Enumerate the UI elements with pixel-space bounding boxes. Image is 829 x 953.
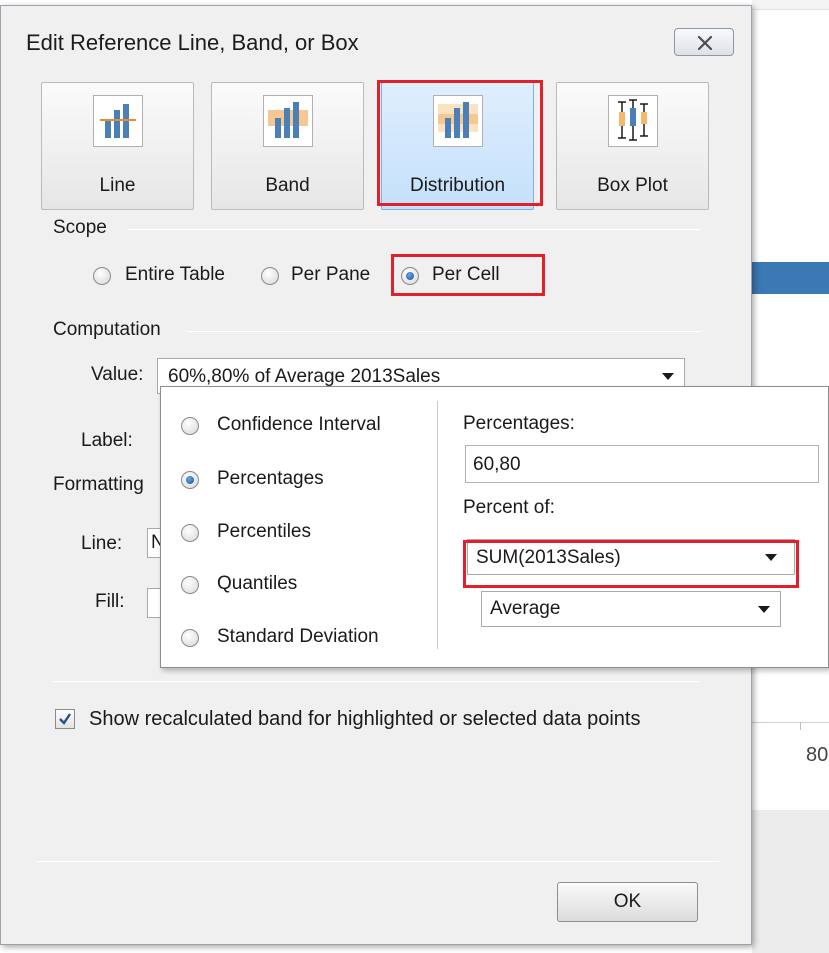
scope-option-label[interactable]: Per Pane — [291, 264, 370, 286]
ok-button[interactable]: OK — [557, 882, 698, 922]
aggregation-dropdown-text: Average — [490, 598, 561, 619]
footer-divider — [37, 861, 719, 862]
close-icon — [697, 36, 713, 50]
percentages-input-value: 60,80 — [473, 454, 521, 475]
type-button-label: Band — [265, 175, 310, 196]
background-axis-tick-label: 80 — [806, 744, 829, 766]
highlight-box-per-cell — [391, 254, 545, 296]
line-type-icon — [92, 95, 143, 147]
scope-radio-entire-table[interactable] — [93, 267, 111, 285]
checkmark-icon — [59, 713, 71, 725]
formatting-header: Formatting — [53, 474, 144, 495]
method-option-label[interactable]: Percentiles — [217, 521, 311, 543]
method-option-label[interactable]: Percentages — [217, 468, 324, 490]
distribution-options-popup: Confidence Interval Percentages Percenti… — [160, 386, 829, 668]
background-axis-tick — [800, 722, 801, 730]
scope-divider — [127, 229, 701, 230]
background-header-strip — [752, 0, 829, 10]
scope-header: Scope — [53, 217, 107, 238]
type-button-label: Box Plot — [597, 175, 668, 196]
method-radio-quantiles[interactable] — [181, 576, 199, 594]
box-plot-type-icon — [607, 95, 658, 147]
chevron-down-icon — [758, 606, 770, 613]
dialog-title: Edit Reference Line, Band, or Box — [26, 30, 359, 55]
method-radio-percentiles[interactable] — [181, 524, 199, 542]
type-button-band[interactable]: Band — [211, 82, 364, 210]
computation-header: Computation — [53, 319, 161, 340]
percentages-label: Percentages: — [463, 413, 575, 434]
label-field-label: Label: — [81, 430, 133, 451]
background-chart-bar — [752, 262, 829, 294]
band-type-icon — [262, 95, 313, 147]
type-button-line[interactable]: Line — [41, 82, 194, 210]
computation-divider — [187, 331, 701, 332]
line-format-label: Line: — [81, 533, 123, 554]
scope-radio-per-pane[interactable] — [261, 267, 279, 285]
scope-option-label[interactable]: Entire Table — [125, 264, 225, 286]
method-radio-confidence-interval[interactable] — [181, 417, 199, 435]
value-dropdown-text: 60%,80% of Average 2013Sales — [168, 366, 441, 387]
fill-format-label: Fill: — [95, 591, 125, 612]
percent-of-label: Percent of: — [463, 497, 555, 518]
highlight-box-distribution — [377, 80, 543, 206]
method-option-label[interactable]: Standard Deviation — [217, 626, 379, 648]
method-radio-standard-deviation[interactable] — [181, 629, 199, 647]
options-divider — [53, 681, 699, 682]
value-label: Value: — [91, 364, 144, 385]
method-option-label[interactable]: Confidence Interval — [217, 414, 381, 436]
type-button-box-plot[interactable]: Box Plot — [556, 82, 709, 210]
popup-divider — [437, 401, 438, 649]
method-option-label[interactable]: Quantiles — [217, 573, 297, 595]
close-button[interactable] — [674, 28, 734, 56]
chevron-down-icon — [662, 373, 674, 380]
type-button-label: Line — [99, 175, 136, 196]
percentages-input[interactable]: 60,80 — [465, 445, 819, 483]
highlight-box-percent-of — [463, 540, 799, 588]
background-axis-line — [752, 722, 829, 723]
aggregation-dropdown[interactable]: Average — [481, 591, 781, 627]
show-recalculated-label[interactable]: Show recalculated band for highlighted o… — [89, 708, 640, 731]
background-bottom-panel — [752, 810, 829, 953]
dialog-title-bar[interactable]: Edit Reference Line, Band, or Box — [1, 6, 751, 72]
method-radio-percentages[interactable] — [181, 471, 199, 489]
show-recalculated-checkbox[interactable] — [55, 709, 75, 729]
